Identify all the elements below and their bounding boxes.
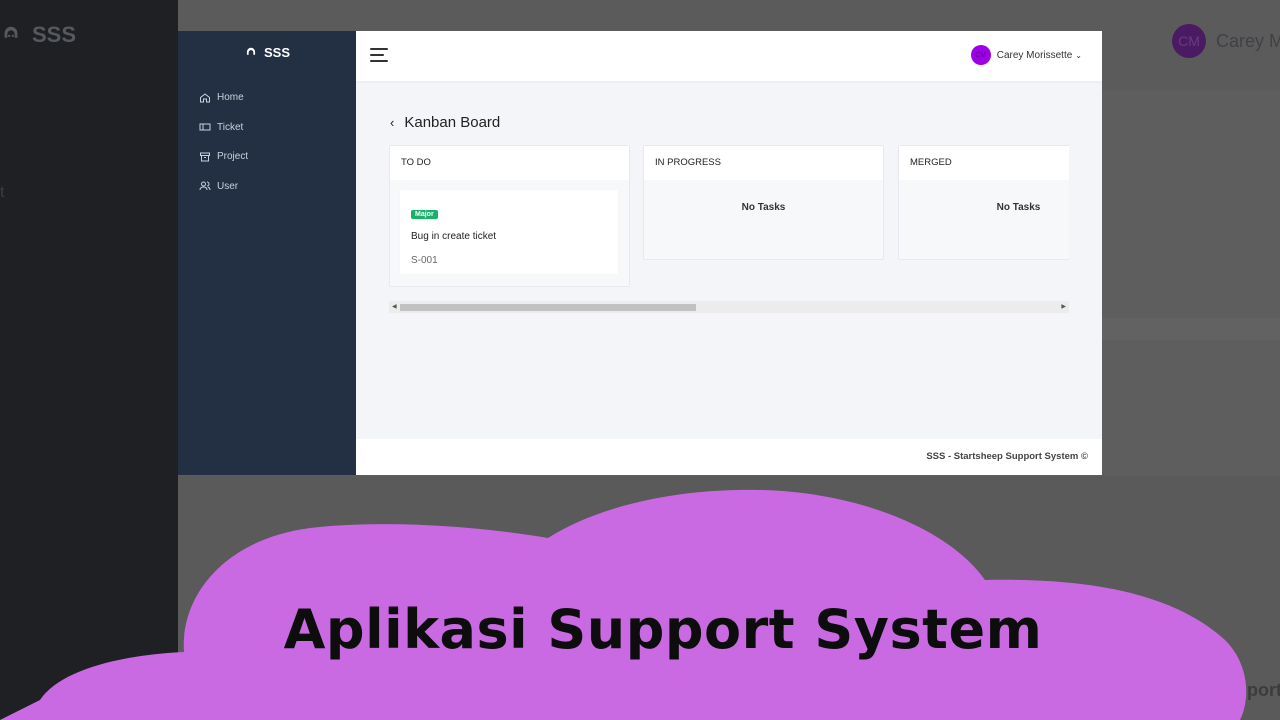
- banner-title: Aplikasi Support System: [283, 598, 1043, 661]
